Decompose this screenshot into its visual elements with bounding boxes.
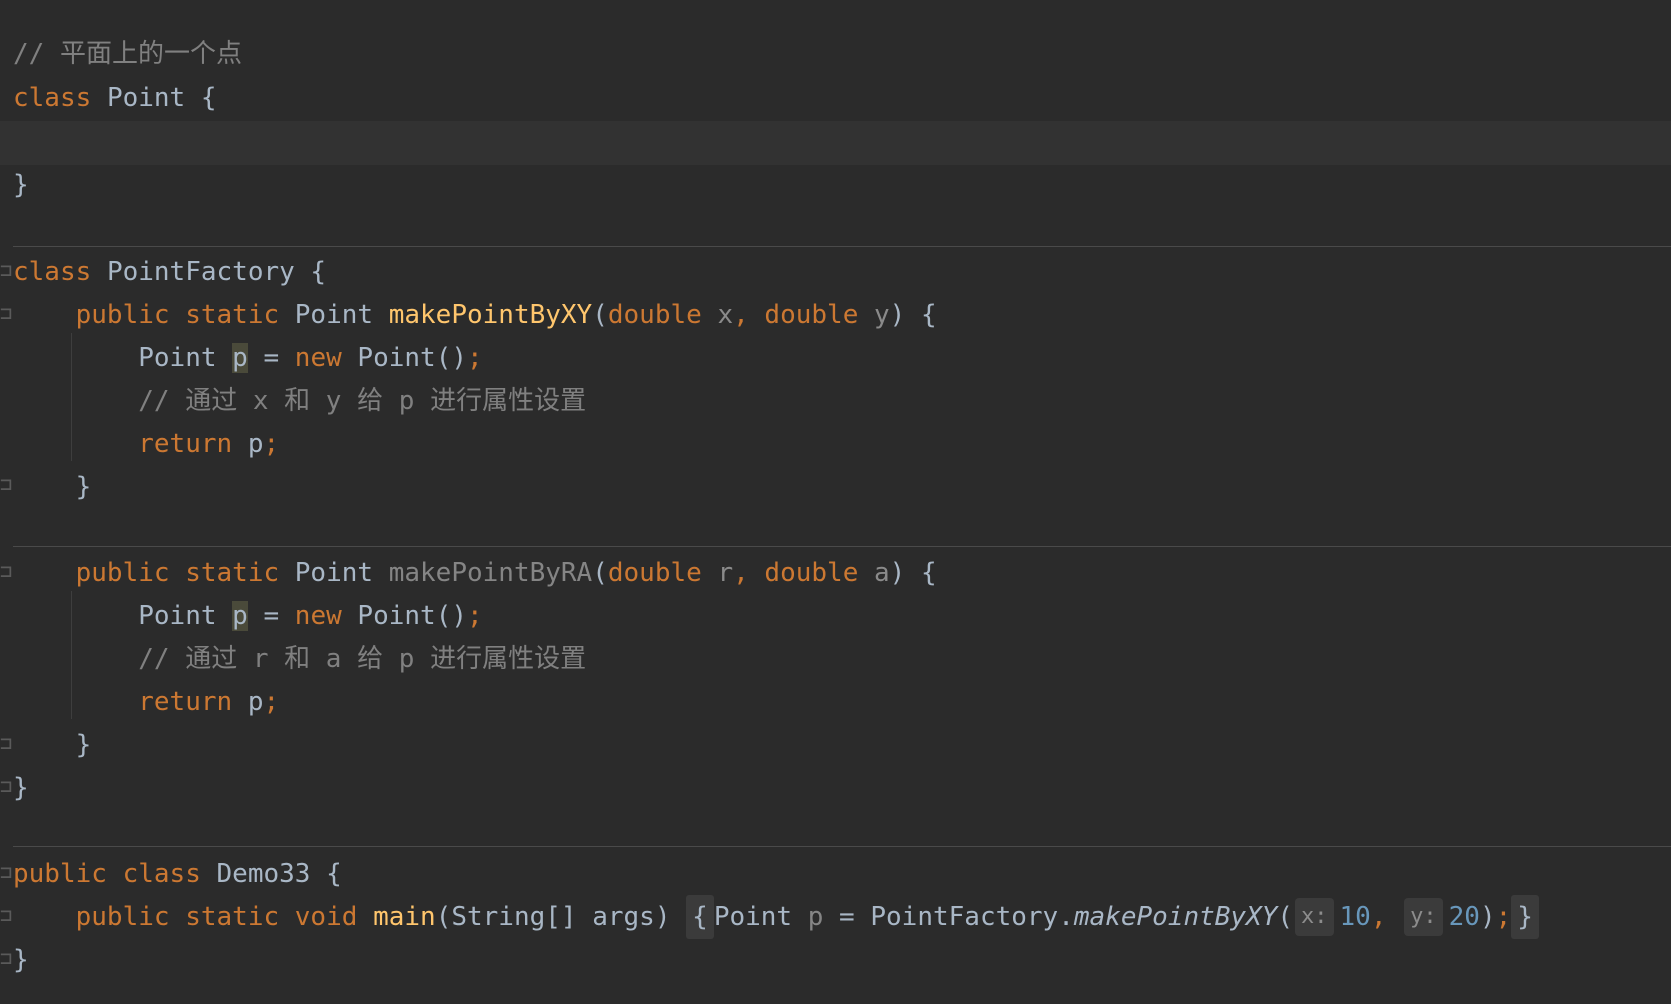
param-name: a <box>874 558 890 588</box>
type-name: Point <box>357 601 436 631</box>
keyword-void: void <box>294 902 358 932</box>
keyword-double: double <box>764 300 859 330</box>
fold-icon[interactable]: ⊐ <box>0 721 12 765</box>
folded-block-open[interactable]: { <box>686 895 714 939</box>
type-name: Point <box>294 558 374 588</box>
method-name: main <box>373 902 436 932</box>
keyword-return: return <box>138 429 233 459</box>
keyword-static: static <box>185 902 280 932</box>
param-hint-y: y: <box>1404 898 1443 936</box>
main-params: (String[] args) <box>435 902 671 932</box>
keyword-double: double <box>764 558 859 588</box>
method-separator <box>13 546 1671 547</box>
param-name: x <box>717 300 734 330</box>
class-name: PointFactory <box>106 257 295 287</box>
folded-block-close[interactable]: } <box>1511 895 1539 939</box>
keyword-static: static <box>185 558 280 588</box>
keyword-public: public <box>75 558 170 588</box>
method-separator <box>13 846 1671 847</box>
code-line-comment[interactable]: // 平面上的一个点 <box>13 32 242 76</box>
param-hint-x: x: <box>1295 898 1334 936</box>
code-line-method-xy[interactable]: public static Point makePointByXY(double… <box>13 293 937 337</box>
comment: // 通过 x 和 y 给 p 进行属性设置 <box>138 386 587 416</box>
keyword-return: return <box>138 687 233 717</box>
fold-icon[interactable]: ⊐ <box>0 549 12 593</box>
keyword-class: class <box>13 83 92 113</box>
class-name: Point <box>106 83 186 113</box>
type-name: Point <box>138 343 217 373</box>
variable-name: p <box>232 601 248 631</box>
type-name: Point <box>294 300 374 330</box>
code-line-comment[interactable]: // 通过 r 和 a 给 p 进行属性设置 <box>13 637 586 681</box>
code-line-class-point[interactable]: class Point { <box>13 76 217 120</box>
variable-name: p <box>247 687 264 717</box>
keyword-double: double <box>607 300 702 330</box>
code-line-main[interactable]: public static void main(String[] args) {… <box>13 895 1539 939</box>
code-editor[interactable]: ⊐ ⊐ ⊐ ⊐ ⊐ ⊐ ⊐ ⊐ ⊐ // 平面上的一个点 class Point… <box>0 0 1671 1004</box>
class-name: PointFactory <box>870 902 1059 932</box>
fold-icon[interactable]: ⊐ <box>0 893 12 937</box>
variable-name: p <box>232 343 248 373</box>
keyword-new: new <box>294 343 342 373</box>
fold-icon[interactable]: ⊐ <box>0 291 12 335</box>
class-name: Demo33 <box>216 859 311 889</box>
code-line-close-brace[interactable]: } <box>13 465 92 509</box>
keyword-static: static <box>185 300 280 330</box>
code-line-class-factory[interactable]: class PointFactory { <box>13 250 326 294</box>
keyword-class: class <box>13 257 92 287</box>
current-line-highlight <box>0 121 1671 165</box>
code-line-class-demo[interactable]: public class Demo33 { <box>13 852 342 896</box>
param-name: y <box>874 300 890 330</box>
fold-icon[interactable]: ⊐ <box>0 850 12 894</box>
keyword-double: double <box>607 558 702 588</box>
code-line-return[interactable]: return p; <box>13 422 279 466</box>
fold-icon[interactable]: ⊐ <box>0 936 12 980</box>
fold-icon[interactable]: ⊐ <box>0 462 12 506</box>
code-line-close-brace[interactable]: } <box>13 766 29 810</box>
variable-name: p <box>807 902 824 932</box>
code-line-comment[interactable]: // 通过 x 和 y 给 p 进行属性设置 <box>13 379 586 423</box>
keyword-public: public <box>13 859 107 889</box>
code-line-new-point[interactable]: Point p = new Point(); <box>13 336 483 380</box>
method-name: makePointByXY <box>388 300 593 330</box>
method-name: makePointByRA <box>388 558 593 588</box>
variable-name: p <box>247 429 264 459</box>
number-literal: 20 <box>1448 902 1480 932</box>
keyword-public: public <box>75 902 170 932</box>
keyword-class: class <box>122 859 201 889</box>
method-call: makePointByXY <box>1073 902 1278 932</box>
type-name: Point <box>713 902 793 932</box>
fold-icon[interactable]: ⊐ <box>0 248 12 292</box>
code-line-close-brace[interactable]: } <box>13 723 92 767</box>
fold-icon[interactable]: ⊐ <box>0 764 12 808</box>
code-line-close-brace[interactable]: } <box>13 938 29 982</box>
code-line-method-ra[interactable]: public static Point makePointByRA(double… <box>13 551 937 595</box>
param-name: r <box>717 558 734 588</box>
keyword-public: public <box>75 300 170 330</box>
number-literal: 10 <box>1339 902 1371 932</box>
method-separator <box>13 246 1671 247</box>
code-line-close-brace[interactable]: } <box>13 163 29 207</box>
comment: // 平面上的一个点 <box>13 39 242 69</box>
type-name: Point <box>357 343 436 373</box>
code-line-new-point[interactable]: Point p = new Point(); <box>13 594 483 638</box>
keyword-new: new <box>294 601 342 631</box>
code-line-return[interactable]: return p; <box>13 680 279 724</box>
comment: // 通过 r 和 a 给 p 进行属性设置 <box>138 644 587 674</box>
type-name: Point <box>138 601 217 631</box>
